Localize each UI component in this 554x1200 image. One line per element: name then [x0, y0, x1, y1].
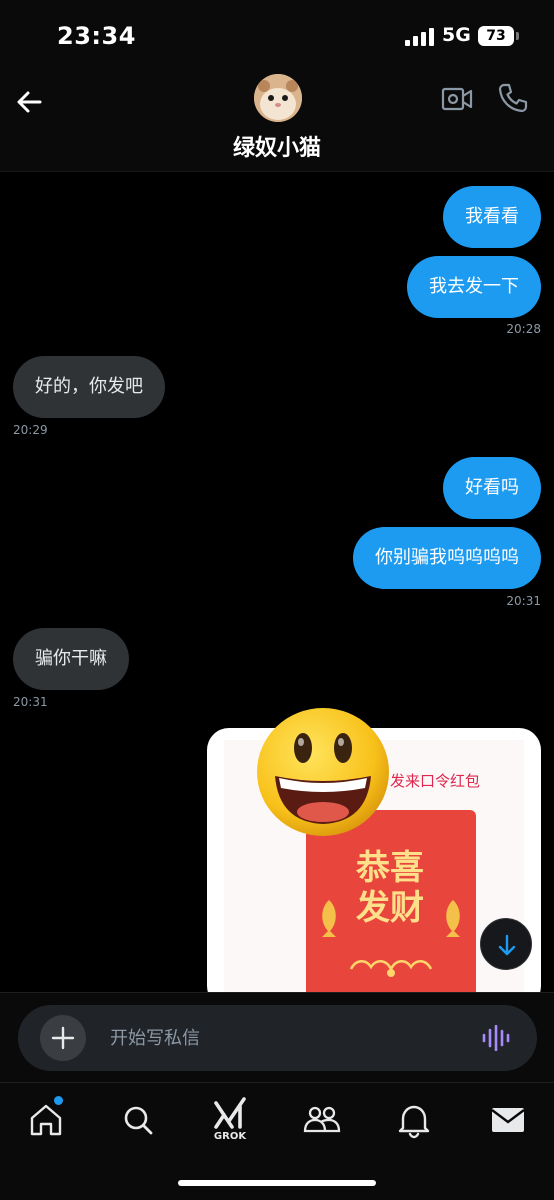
chat-header: 绿奴小猫 — [0, 70, 554, 172]
message-bubble-outgoing[interactable]: 我看看 — [443, 186, 541, 248]
home-indicator[interactable] — [178, 1180, 376, 1186]
grinning-face-emoji-icon — [257, 708, 389, 836]
phone-icon — [498, 83, 528, 113]
phone-call-button[interactable] — [497, 82, 529, 114]
nav-messages[interactable] — [485, 1097, 531, 1147]
video-camera-icon — [441, 87, 473, 111]
message-timestamp: 20:31 — [13, 695, 48, 709]
home-icon — [30, 1104, 62, 1136]
signal-icon — [405, 28, 435, 46]
arrow-down-icon — [498, 934, 516, 956]
message-input[interactable] — [110, 1005, 450, 1071]
back-arrow-icon — [17, 91, 42, 113]
network-type: 5G — [442, 24, 471, 46]
message-bubble-incoming[interactable]: 好的，你发吧 — [13, 356, 165, 418]
composer-area — [0, 992, 554, 1082]
red-packet-text: 恭喜发财 — [356, 848, 424, 928]
voice-waveform-icon — [482, 1024, 510, 1052]
hamster-avatar-icon — [254, 74, 302, 122]
plus-icon — [51, 1026, 75, 1050]
envelope-icon — [491, 1108, 525, 1132]
message-bubble-outgoing[interactable]: 你别骗我呜呜呜呜 — [353, 527, 541, 589]
voice-message-button[interactable] — [482, 1024, 510, 1052]
message-bubble-outgoing[interactable]: 好看吗 — [443, 457, 541, 519]
battery-icon: 73 — [478, 26, 519, 46]
message-bubble-outgoing[interactable]: 我去发一下 — [407, 256, 541, 318]
message-timestamp: 20:29 — [13, 423, 48, 437]
koi-fish-icon — [446, 900, 460, 937]
avatar[interactable] — [254, 74, 302, 122]
bell-icon — [398, 1105, 430, 1139]
contact-name[interactable]: 绿奴小猫 — [0, 130, 554, 162]
message-timestamp: 20:31 — [506, 594, 541, 608]
message-composer — [18, 1005, 537, 1071]
search-icon — [124, 1106, 153, 1135]
message-bubble-incoming[interactable]: 骗你干嘛 — [13, 628, 129, 690]
home-notification-dot — [54, 1096, 63, 1105]
communities-icon — [303, 1106, 341, 1133]
nav-grok[interactable]: GROK — [207, 1097, 253, 1147]
grok-icon — [214, 1097, 246, 1129]
nav-notifications[interactable] — [391, 1097, 437, 1147]
red-packet: 恭喜发财 — [306, 810, 476, 1008]
koi-fish-icon — [322, 900, 336, 937]
nav-communities[interactable] — [299, 1097, 345, 1147]
back-button[interactable] — [14, 86, 46, 118]
scroll-to-bottom-button[interactable] — [480, 918, 532, 970]
status-time: 23:34 — [57, 22, 136, 50]
nav-search[interactable] — [115, 1097, 161, 1147]
grok-label: GROK — [213, 1131, 247, 1142]
video-call-button[interactable] — [441, 84, 473, 114]
message-timestamp: 20:28 — [506, 322, 541, 336]
cloud-ornament-icon — [349, 960, 433, 977]
status-bar: 23:34 5G 73 — [0, 0, 554, 70]
red-packet-title: 发来口令红包 — [390, 772, 481, 790]
nav-home[interactable] — [23, 1097, 69, 1147]
add-attachment-button[interactable] — [40, 1015, 86, 1061]
